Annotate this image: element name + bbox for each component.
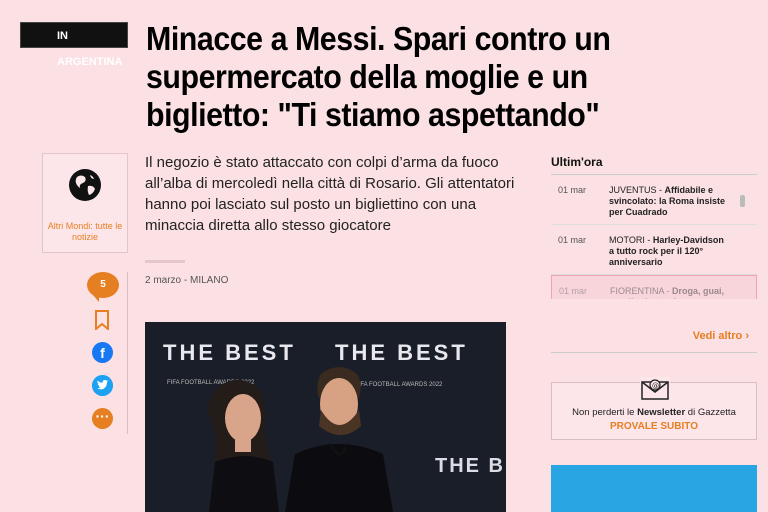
comment-count: 5 <box>100 279 106 290</box>
comment-icon[interactable]: 5 <box>87 272 119 302</box>
news-text: MOTORI - Harley-Davidson a tutto rock pe… <box>609 235 724 267</box>
news-item[interactable]: 01 mar FIORENTINA - Droga, guai, moeli r… <box>551 275 757 299</box>
news-date: 01 mar <box>559 286 588 296</box>
newsletter-text: Non perderti le Newsletter di Gazzetta <box>572 407 736 418</box>
article-photo: THE BEST FIFA FOOTBALL AWARDS 2022 THE B… <box>145 322 506 512</box>
scrollbar[interactable] <box>740 195 745 207</box>
news-item[interactable]: 01 mar JUVENTUS - Affidabile e svincolat… <box>551 175 757 225</box>
newsletter-box[interactable]: @ Non perderti le Newsletter di Gazzetta… <box>551 377 757 440</box>
article-title: Minacce a Messi. Spari contro un superme… <box>146 20 611 133</box>
twitter-icon[interactable] <box>92 375 113 396</box>
news-item[interactable]: 01 mar MOTORI - Harley-Davidson a tutto … <box>551 225 757 275</box>
envelope-icon: @ <box>640 377 670 401</box>
share-column: 5 f ··· <box>86 272 128 434</box>
news-list[interactable]: 01 mar JUVENTUS - Affidabile e svincolat… <box>551 175 757 299</box>
divider <box>145 260 185 263</box>
vedi-altro-link[interactable]: Vedi altro › <box>551 327 757 353</box>
news-text: JUVENTUS - Affidabile e svincolato: la R… <box>609 185 726 217</box>
news-text: FIORENTINA - Droga, guai, moeli rubate e… <box>610 286 725 299</box>
svg-text:@: @ <box>652 382 659 390</box>
altri-mondi-label[interactable]: Altri Mondi: tutte le notizie <box>43 221 127 243</box>
article-summary: Il negozio è stato attaccato con colpi d… <box>145 154 515 234</box>
sidebar-title: Ultim'ora <box>551 155 757 175</box>
photo-board-text: THE BEST <box>163 340 296 365</box>
newsletter-cta[interactable]: PROVALE SUBITO <box>552 421 756 432</box>
ad-banner[interactable] <box>551 465 757 512</box>
news-date: 01 mar <box>558 185 587 195</box>
photo-board-text-2: THE BEST <box>335 340 468 365</box>
bookmark-icon[interactable] <box>94 310 110 330</box>
altri-mondi-card[interactable]: Altri Mondi: tutte le notizie <box>42 153 128 253</box>
more-icon[interactable]: ··· <box>92 408 113 429</box>
facebook-icon[interactable]: f <box>92 342 113 363</box>
globe-icon <box>69 169 101 201</box>
photo-board-caption-2: FIFA FOOTBALL AWARDS 2022 <box>355 382 443 388</box>
news-date: 01 mar <box>558 235 587 245</box>
photo-board-text-3: THE BEST <box>435 455 506 477</box>
section-tag[interactable]: IN ARGENTINA <box>20 22 128 68</box>
ultimora-sidebar: Ultim'ora 01 mar JUVENTUS - Affidabile e… <box>551 155 757 299</box>
article-meta: 2 marzo - MILANO <box>145 275 229 286</box>
